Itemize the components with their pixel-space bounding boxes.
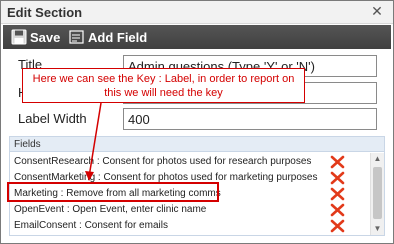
add-field-label: Add Field <box>88 29 148 45</box>
field-row-label: EmailConsent : Consent for emails <box>14 220 168 231</box>
close-icon[interactable]: ✕ <box>370 4 384 18</box>
field-row[interactable]: EmailConsent : Consent for emails <box>12 218 367 234</box>
toolbar: Save Add Field <box>3 25 391 49</box>
annotation-callout: Here we can see the Key : Label, in orde… <box>22 68 305 103</box>
add-field-button[interactable]: Add Field <box>69 27 147 47</box>
save-button[interactable]: Save <box>11 27 60 47</box>
floppy-disk-icon <box>11 29 27 45</box>
field-row-label: ConsentResearch : Consent for photos use… <box>14 156 312 167</box>
field-row[interactable]: OpenEvent : Open Event, enter clinic nam… <box>12 202 367 218</box>
annotation-highlight-box <box>7 182 219 202</box>
delete-x-icon[interactable] <box>330 219 345 233</box>
scroll-up-icon[interactable]: ▲ <box>371 153 384 165</box>
delete-x-icon[interactable] <box>330 203 345 217</box>
delete-x-icon[interactable] <box>330 155 345 169</box>
label-width-label: Label Width <box>18 111 87 126</box>
field-row-label: OpenEvent : Open Event, enter clinic nam… <box>14 204 207 215</box>
delete-x-icon[interactable] <box>330 171 345 185</box>
dialog-title: Edit Section <box>7 5 83 20</box>
delete-x-icon[interactable] <box>330 187 345 201</box>
scroll-thumb[interactable] <box>373 167 382 219</box>
dialog-titlebar: Edit Section ✕ <box>1 1 393 24</box>
add-field-icon <box>69 30 84 44</box>
fields-header: Fields <box>10 137 384 152</box>
scroll-down-icon[interactable]: ▼ <box>371 223 384 235</box>
fields-scrollbar[interactable]: ▲ ▼ <box>370 153 384 235</box>
edit-section-dialog: Edit Section ✕ Save Add Field Title Admi… <box>0 0 394 244</box>
save-label: Save <box>30 29 61 45</box>
field-row[interactable]: ConsentResearch : Consent for photos use… <box>12 154 367 170</box>
label-width-input[interactable]: 400 <box>123 108 377 130</box>
